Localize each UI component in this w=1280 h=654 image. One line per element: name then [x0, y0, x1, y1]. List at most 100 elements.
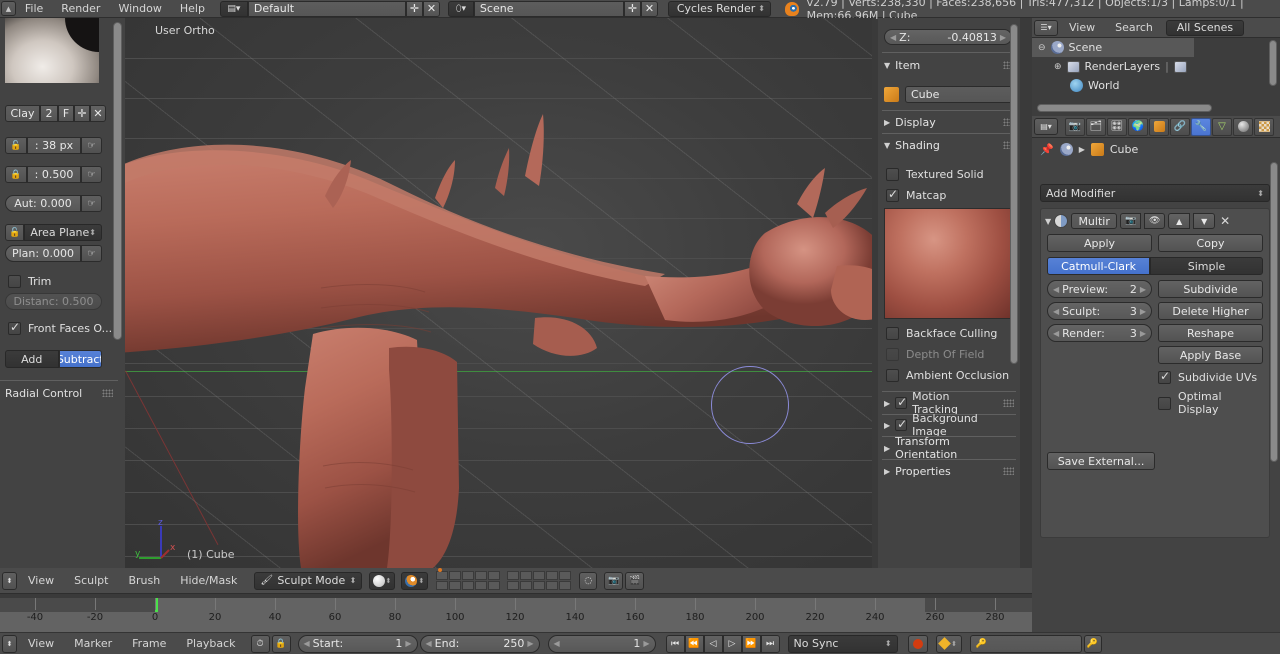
outliner-row-renderlayers[interactable]: ⊕ RenderLayers |: [1032, 57, 1280, 76]
add-modifier-dropdown[interactable]: Add Modifier ⬍: [1040, 184, 1270, 202]
outliner-horizontal-scrollbar[interactable]: [1037, 104, 1212, 112]
panel-motion-tracking-grip[interactable]: [1003, 399, 1014, 407]
strength-lock-icon[interactable]: 🔒: [5, 166, 27, 183]
timeline-menu-playback[interactable]: Playback: [177, 635, 244, 653]
radial-control-grip[interactable]: [102, 389, 113, 397]
pin-icon[interactable]: 📌: [1040, 143, 1054, 156]
tab-world-icon[interactable]: 🌍: [1128, 117, 1148, 136]
autosmooth-pressure-icon[interactable]: ☞: [81, 195, 102, 212]
brush-strength-field[interactable]: : 0.500: [27, 166, 81, 183]
keyframe-type-selector[interactable]: ⬍: [935, 634, 962, 653]
editor-type-selector-timeline[interactable]: ⬍: [2, 634, 17, 653]
sync-mode-selector[interactable]: No Sync ⬍: [787, 634, 898, 653]
viewport-3d[interactable]: User Ortho (1) Cube z y x: [125, 18, 872, 568]
menu-window[interactable]: Window: [109, 0, 170, 18]
tab-modifier-icon[interactable]: 🔧: [1191, 117, 1211, 136]
panel-item-header[interactable]: ▼ Item: [884, 59, 920, 72]
auto-keyframe-icon[interactable]: ⏱: [250, 634, 270, 653]
plane-offset-field[interactable]: Plan: 0.000: [5, 245, 81, 262]
backface-culling-checkbox[interactable]: [886, 327, 899, 340]
toolshelf-scrollbar[interactable]: [113, 22, 122, 340]
jump-to-end-button[interactable]: ⏭: [760, 634, 780, 653]
subdivision-type-catmull-clark[interactable]: Catmull-Clark: [1047, 257, 1150, 275]
editor-type-selector-view3d[interactable]: ⬍: [2, 571, 17, 590]
scene-name-field[interactable]: Scene: [473, 0, 624, 17]
editor-type-selector-outliner[interactable]: ☰▾: [1034, 19, 1058, 36]
delete-screen-button[interactable]: ✕: [422, 0, 440, 17]
timeline-menu-marker[interactable]: Marker: [65, 635, 121, 653]
subdivision-type-simple[interactable]: Simple: [1150, 257, 1263, 275]
menu-render[interactable]: Render: [52, 0, 109, 18]
interaction-mode-selector[interactable]: 🖌 Sculpt Mode ⬍: [254, 571, 363, 590]
delete-scene-button[interactable]: ✕: [640, 0, 658, 17]
outliner-display-mode[interactable]: All Scenes: [1165, 19, 1244, 36]
render-animation-icon[interactable]: 🎬: [625, 571, 645, 590]
brush-users-count[interactable]: 2: [40, 105, 58, 122]
panel-properties-header[interactable]: ▶ Properties: [884, 465, 951, 478]
timeline-menu-frame[interactable]: Frame: [123, 635, 175, 653]
brush-name-field[interactable]: Clay: [5, 105, 40, 122]
object-name-field[interactable]: Cube: [905, 86, 1014, 103]
pivot-point-selector[interactable]: ⬍: [401, 571, 429, 590]
new-brush-button[interactable]: ✛: [74, 105, 90, 122]
current-frame-field[interactable]: ◀ 1 ▶: [547, 634, 656, 653]
motion-tracking-checkbox[interactable]: [895, 395, 907, 409]
menu-help[interactable]: Help: [171, 0, 214, 18]
modifier-name-field[interactable]: Multir: [1071, 213, 1118, 229]
keying-lock-icon[interactable]: 🔒: [271, 634, 291, 653]
subdivide-button[interactable]: Subdivide: [1158, 280, 1263, 298]
keying-set-field[interactable]: 🔑: [969, 634, 1082, 653]
panel-properties-grip[interactable]: [1003, 467, 1014, 475]
tab-scene-icon[interactable]: 🎛: [1107, 117, 1127, 136]
viewport-menu-sculpt[interactable]: Sculpt: [65, 572, 117, 590]
outliner-menu-search[interactable]: Search: [1106, 19, 1162, 37]
breadcrumb-scene-icon[interactable]: [1059, 142, 1073, 156]
modifier-apply-button[interactable]: Apply: [1047, 234, 1152, 252]
panel-display-header[interactable]: ▶ Display: [884, 116, 936, 129]
scene-layers-bottom[interactable]: [507, 571, 572, 590]
expand-toggle-icon[interactable]: ⊕: [1054, 62, 1062, 72]
scene-browse-icon[interactable]: ⬯▾: [447, 0, 474, 17]
strength-pressure-icon[interactable]: ☞: [81, 166, 102, 183]
optimal-display-checkbox[interactable]: [1158, 396, 1171, 410]
keying-set-add-icon[interactable]: 🔑: [1083, 634, 1102, 653]
tab-constraints-icon[interactable]: 🔗: [1170, 117, 1190, 136]
tab-render-icon[interactable]: 📷: [1065, 117, 1085, 136]
background-image-checkbox[interactable]: [895, 417, 907, 431]
direction-subtract-button[interactable]: Subtract: [58, 350, 102, 368]
brush-fake-user-button[interactable]: F: [58, 105, 74, 122]
collapse-toggle-icon[interactable]: ⊖: [1038, 43, 1046, 53]
direction-add-button[interactable]: Add: [5, 350, 59, 368]
render-preview-icon[interactable]: 📷: [604, 571, 624, 590]
save-external-button[interactable]: Save External...: [1047, 452, 1155, 470]
apply-base-button[interactable]: Apply Base: [1158, 346, 1263, 364]
play-reverse-button[interactable]: ◁: [703, 634, 723, 653]
viewport-shading-selector[interactable]: ⬍: [369, 571, 396, 590]
proportional-editing-icon[interactable]: ◌: [579, 571, 598, 590]
radius-pressure-icon[interactable]: ☞: [81, 137, 102, 154]
outliner-row-world[interactable]: World: [1032, 76, 1280, 95]
modifier-viewport-toggle-icon[interactable]: 👁: [1144, 213, 1166, 229]
scene-layers-top[interactable]: [436, 568, 501, 590]
jump-next-keyframe-button[interactable]: ⏩: [741, 634, 761, 653]
properties-scrollbar[interactable]: [1270, 162, 1278, 462]
sculpt-plane-lock-icon[interactable]: 🔓: [5, 224, 25, 241]
screen-layout-field[interactable]: Default: [247, 0, 406, 17]
render-engine-selector[interactable]: Cycles Render ⬍: [667, 0, 771, 17]
outliner-vertical-scrollbar[interactable]: [1269, 40, 1277, 86]
timeline-ruler[interactable]: -40 -20 0 20 40 60 80 100 120 140 160 18…: [0, 598, 1032, 632]
trim-checkbox[interactable]: [8, 275, 21, 288]
levels-sculpt-field[interactable]: ◀ Sculpt: 3 ▶: [1047, 302, 1152, 320]
unlink-brush-button[interactable]: ✕: [90, 105, 106, 122]
matcap-checkbox[interactable]: [886, 187, 899, 202]
panel-transform-orientation-header[interactable]: ▶ Transform Orientation: [884, 435, 1014, 461]
menu-file[interactable]: File: [16, 0, 52, 18]
outliner-row-scene[interactable]: ⊖ Scene: [1032, 38, 1194, 57]
modifier-copy-button[interactable]: Copy: [1158, 234, 1263, 252]
record-button[interactable]: [907, 634, 928, 653]
radius-unlock-icon[interactable]: 🔓: [5, 137, 27, 154]
viewport-menu-hidemask[interactable]: Hide/Mask: [171, 572, 246, 590]
viewport-menu-brush[interactable]: Brush: [119, 572, 169, 590]
delete-higher-button[interactable]: Delete Higher: [1158, 302, 1263, 320]
subdivide-uvs-checkbox[interactable]: [1158, 369, 1171, 384]
